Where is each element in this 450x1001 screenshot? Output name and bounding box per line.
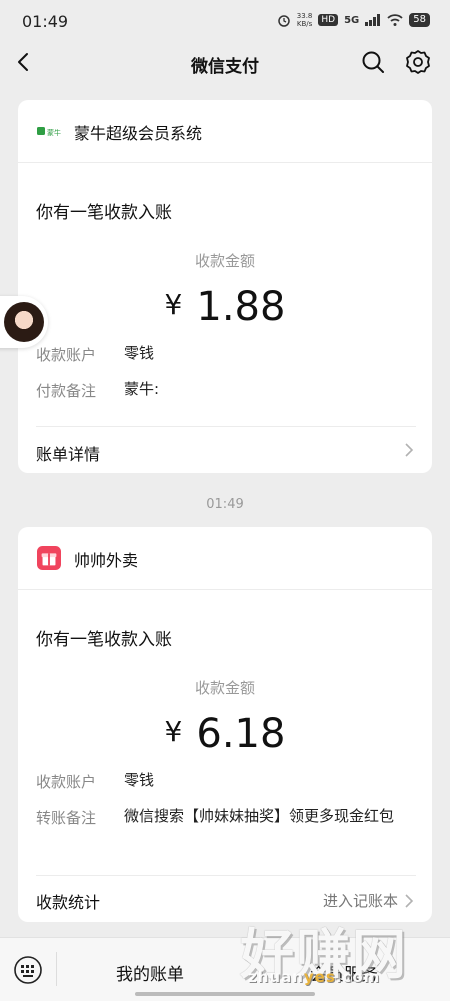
status-bar: 01:49 33.8 KB/s HD 5G 58 — [0, 0, 450, 44]
status-icons: 33.8 KB/s HD 5G 58 — [277, 12, 430, 28]
amount-number: 1.88 — [196, 284, 286, 330]
amount-label: 收款金额 — [194, 252, 255, 270]
chevron-right-icon — [405, 893, 414, 908]
battery-indicator: 58 — [409, 13, 430, 27]
divider — [36, 875, 416, 876]
row-label-account: 收款账户 — [36, 346, 97, 364]
row-label-remark: 转账备注 — [36, 809, 97, 827]
gift-logo-icon — [37, 546, 61, 570]
income-stats-label: 收款统计 — [36, 893, 101, 912]
nav-bar: 微信支付 — [0, 40, 450, 84]
card-header: 帅帅外卖 — [18, 527, 432, 590]
search-icon[interactable] — [360, 49, 386, 75]
signal-icon — [365, 14, 381, 26]
row-label-remark: 付款备注 — [36, 382, 97, 400]
divider — [56, 952, 57, 986]
amount-value: ¥6.18 — [18, 711, 432, 757]
notice-text: 你有一笔收款入账 — [36, 630, 172, 650]
home-indicator[interactable] — [135, 992, 315, 996]
ledger-link-label: 进入记账本 — [322, 892, 398, 910]
hd-badge: HD — [318, 14, 339, 26]
merchant-name: 帅帅外卖 — [74, 551, 139, 570]
net-speed: 33.8 KB/s — [296, 12, 313, 28]
payment-card-2: 帅帅外卖 你有一笔收款入账 收款金额 ¥6.18 收款账户 零钱 转账备注 微信… — [18, 527, 432, 922]
bill-detail-link[interactable]: 账单详情 — [36, 441, 100, 465]
currency-symbol: ¥ — [164, 288, 183, 321]
amount-label: 收款金额 — [194, 679, 255, 697]
chevron-right-icon — [405, 443, 414, 457]
bill-detail-chevron[interactable] — [404, 443, 414, 457]
row-value-remark: 蒙牛: — [124, 380, 160, 398]
mengniu-logo-icon: 蒙牛 — [37, 127, 61, 137]
ledger-link[interactable]: 进入记账本 — [323, 890, 414, 911]
watermark-url: zhuanyes.com — [248, 968, 381, 986]
merchant-name: 蒙牛超级会员系统 — [74, 124, 203, 143]
network-type: 5G — [344, 14, 360, 26]
alarm-icon — [278, 15, 290, 27]
notice-text: 你有一笔收款入账 — [36, 203, 172, 223]
settings-icon[interactable] — [404, 48, 432, 76]
wifi-icon — [387, 14, 403, 26]
payment-card-1: 蒙牛 蒙牛超级会员系统 你有一笔收款入账 收款金额 ¥1.88 收款账户 零钱 … — [18, 100, 432, 473]
status-time: 01:49 — [22, 12, 69, 31]
keyboard-icon[interactable] — [14, 956, 42, 984]
avatar — [4, 302, 44, 342]
row-value-account: 零钱 — [124, 771, 155, 789]
amount-number: 6.18 — [196, 711, 286, 757]
currency-symbol: ¥ — [164, 715, 183, 748]
row-value-account: 零钱 — [124, 344, 155, 362]
row-value-remark: 微信搜索【帅妹妹抽奖】领更多现金红包 — [124, 807, 395, 825]
row-label-account: 收款账户 — [36, 773, 97, 791]
amount-value: ¥1.88 — [18, 284, 432, 330]
message-timestamp: 01:49 — [206, 497, 244, 512]
card-header: 蒙牛 蒙牛超级会员系统 — [18, 100, 432, 163]
svg-text:蒙牛: 蒙牛 — [47, 128, 61, 137]
divider — [36, 426, 416, 427]
menu-my-bills[interactable]: 我的账单 — [116, 960, 184, 985]
